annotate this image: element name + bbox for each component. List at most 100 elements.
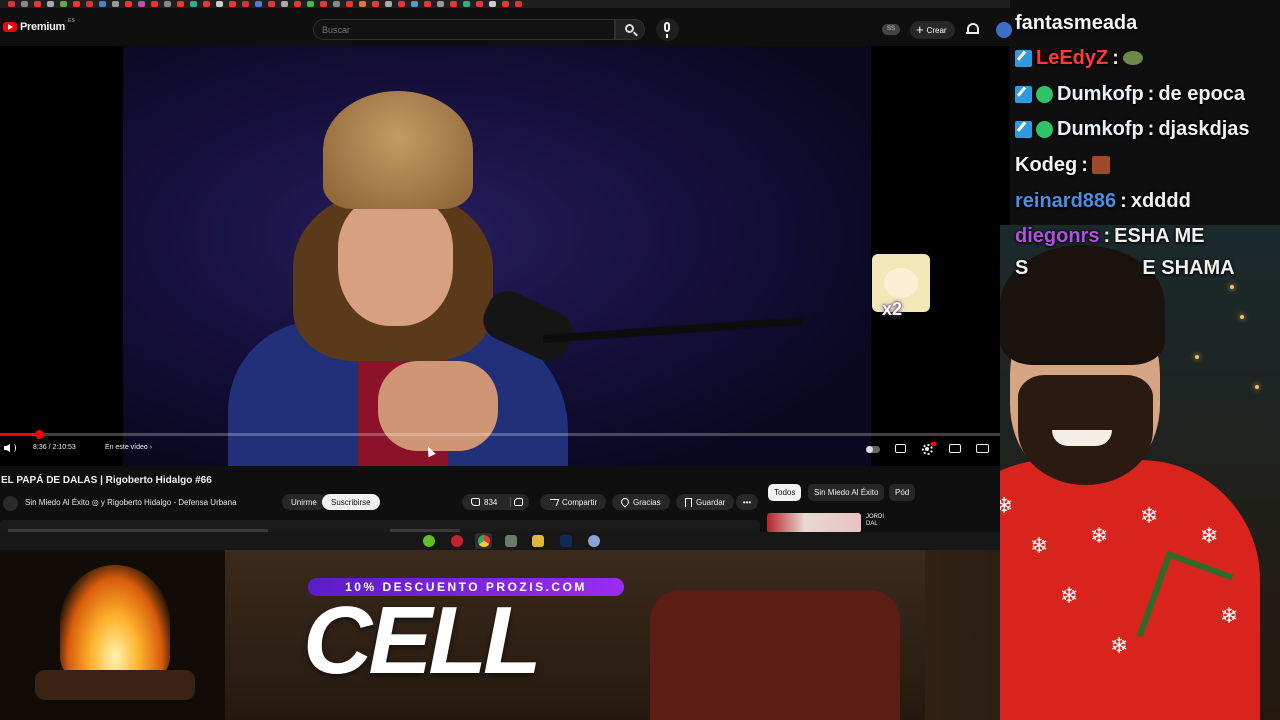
tab-favicon[interactable] <box>424 1 431 7</box>
browser-tab-strip[interactable] <box>0 0 1010 8</box>
chip-todos[interactable]: Todos <box>768 484 802 501</box>
tab-favicon[interactable] <box>203 1 210 7</box>
tab-favicon[interactable] <box>112 1 119 7</box>
tab-favicon[interactable] <box>242 1 249 7</box>
tab-favicon[interactable] <box>151 1 158 7</box>
miniplayer-icon[interactable] <box>949 444 961 453</box>
tab-favicon[interactable] <box>8 1 15 7</box>
video-player[interactable]: x2 <box>0 46 1010 466</box>
app-icon[interactable] <box>505 535 517 547</box>
tab-favicon[interactable] <box>34 1 41 7</box>
tab-favicon[interactable] <box>346 1 353 7</box>
tab-favicon[interactable] <box>190 1 197 7</box>
tab-favicon[interactable] <box>216 1 223 7</box>
tab-favicon[interactable] <box>21 1 28 7</box>
chat-username: Dumkofp <box>1057 117 1144 140</box>
tab-favicon[interactable] <box>372 1 379 7</box>
tab-favicon[interactable] <box>463 1 470 7</box>
tab-favicon[interactable] <box>476 1 483 7</box>
autoplay-toggle[interactable] <box>866 446 880 453</box>
thanks-button[interactable]: Gracias <box>612 494 670 510</box>
tab-favicon[interactable] <box>320 1 327 7</box>
chrome-icon[interactable] <box>478 535 490 547</box>
chat-message: Dumkofp : de epoca <box>1015 81 1245 107</box>
recommended-video-thumbnail[interactable] <box>767 513 861 533</box>
opera-icon[interactable] <box>451 535 463 547</box>
tab-favicon[interactable] <box>177 1 184 7</box>
tab-favicon[interactable] <box>307 1 314 7</box>
tab-favicon[interactable] <box>385 1 392 7</box>
spotify-icon[interactable] <box>423 535 435 547</box>
tab-favicon[interactable] <box>281 1 288 7</box>
join-button[interactable]: Unirme <box>282 494 326 510</box>
tab-favicon[interactable] <box>164 1 171 7</box>
progress-bar[interactable] <box>0 430 1010 439</box>
tab-favicon[interactable] <box>73 1 80 7</box>
channel-avatar[interactable] <box>3 496 18 511</box>
tab-favicon[interactable] <box>437 1 444 7</box>
progress-fill <box>0 433 41 436</box>
chapters-button[interactable]: En este vídeo › <box>105 444 152 451</box>
tab-favicon[interactable] <box>125 1 132 7</box>
tab-favicon[interactable] <box>450 1 457 7</box>
subscribe-button[interactable]: Suscribirse <box>322 494 380 510</box>
share-button[interactable]: Compartir <box>540 494 607 510</box>
tab-favicon[interactable] <box>60 1 67 7</box>
account-avatar[interactable] <box>996 22 1012 38</box>
tab-favicon[interactable] <box>86 1 93 7</box>
tab-favicon[interactable] <box>294 1 301 7</box>
channel-name[interactable]: Sin Miedo Al Éxito ◎ y Rigoberto Hidalgo… <box>25 498 237 507</box>
chat-separator: : <box>1081 153 1088 176</box>
chat-message: Kodeg : <box>1015 152 1110 178</box>
chat-message: LeEdyZ : <box>1015 45 1143 71</box>
tab-favicon[interactable] <box>398 1 405 7</box>
tab-favicon[interactable] <box>359 1 366 7</box>
snowflake-pattern: ❄ <box>1140 503 1159 528</box>
chat-text: E SHAMA <box>1142 256 1235 279</box>
hd-badge <box>931 442 936 446</box>
chat-separator: : <box>1120 189 1127 212</box>
logo-text: Premium <box>20 21 65 33</box>
thanks-label: Gracias <box>633 497 661 507</box>
photoshop-icon[interactable] <box>560 535 572 547</box>
snowflake-pattern: ❄ <box>1090 523 1109 548</box>
tab-favicon[interactable] <box>229 1 236 7</box>
tab-favicon[interactable] <box>502 1 509 7</box>
volume-icon[interactable] <box>4 444 10 452</box>
tab-favicon[interactable] <box>99 1 106 7</box>
cast-badge[interactable]: SS <box>882 24 900 35</box>
tab-favicon[interactable] <box>489 1 496 7</box>
tab-favicon[interactable] <box>411 1 418 7</box>
search-input[interactable] <box>313 19 615 40</box>
thumbs-up-icon <box>471 498 480 506</box>
voice-search-button[interactable] <box>656 18 679 41</box>
file-explorer-icon[interactable] <box>532 535 544 547</box>
like-divider <box>510 497 511 507</box>
tab-favicon[interactable] <box>515 1 522 7</box>
tab-favicon[interactable] <box>255 1 262 7</box>
tab-favicon[interactable] <box>333 1 340 7</box>
recommended-video-title[interactable]: JORDI DAL <box>866 514 884 528</box>
snowflake-pattern: ❄ <box>1110 633 1129 658</box>
more-actions-button[interactable]: ••• <box>736 494 758 510</box>
bookmark-icon <box>685 497 692 507</box>
notifications-bell-icon[interactable] <box>966 23 979 35</box>
subtitles-icon[interactable] <box>895 444 906 453</box>
fire-logs <box>35 670 195 700</box>
tab-favicon[interactable] <box>138 1 145 7</box>
create-button[interactable]: + Crear <box>910 21 955 39</box>
tab-favicon[interactable] <box>268 1 275 7</box>
tab-favicon[interactable] <box>47 1 54 7</box>
search-button[interactable] <box>615 19 645 40</box>
streamer-smile <box>1052 430 1112 446</box>
thumbs-down-icon[interactable] <box>514 498 523 506</box>
chat-username: Dumkofp <box>1057 82 1144 105</box>
chip-sin-miedo[interactable]: Sin Miedo Al Éxito <box>808 484 885 501</box>
theater-mode-icon[interactable] <box>976 444 989 453</box>
save-button[interactable]: Guardar <box>676 494 735 510</box>
discord-icon[interactable] <box>588 535 600 547</box>
host-fur-hat <box>323 91 473 209</box>
chip-podcasts[interactable]: Pód <box>889 484 916 501</box>
youtube-premium-logo[interactable]: Premium ES <box>3 18 75 33</box>
host-face <box>338 196 453 326</box>
